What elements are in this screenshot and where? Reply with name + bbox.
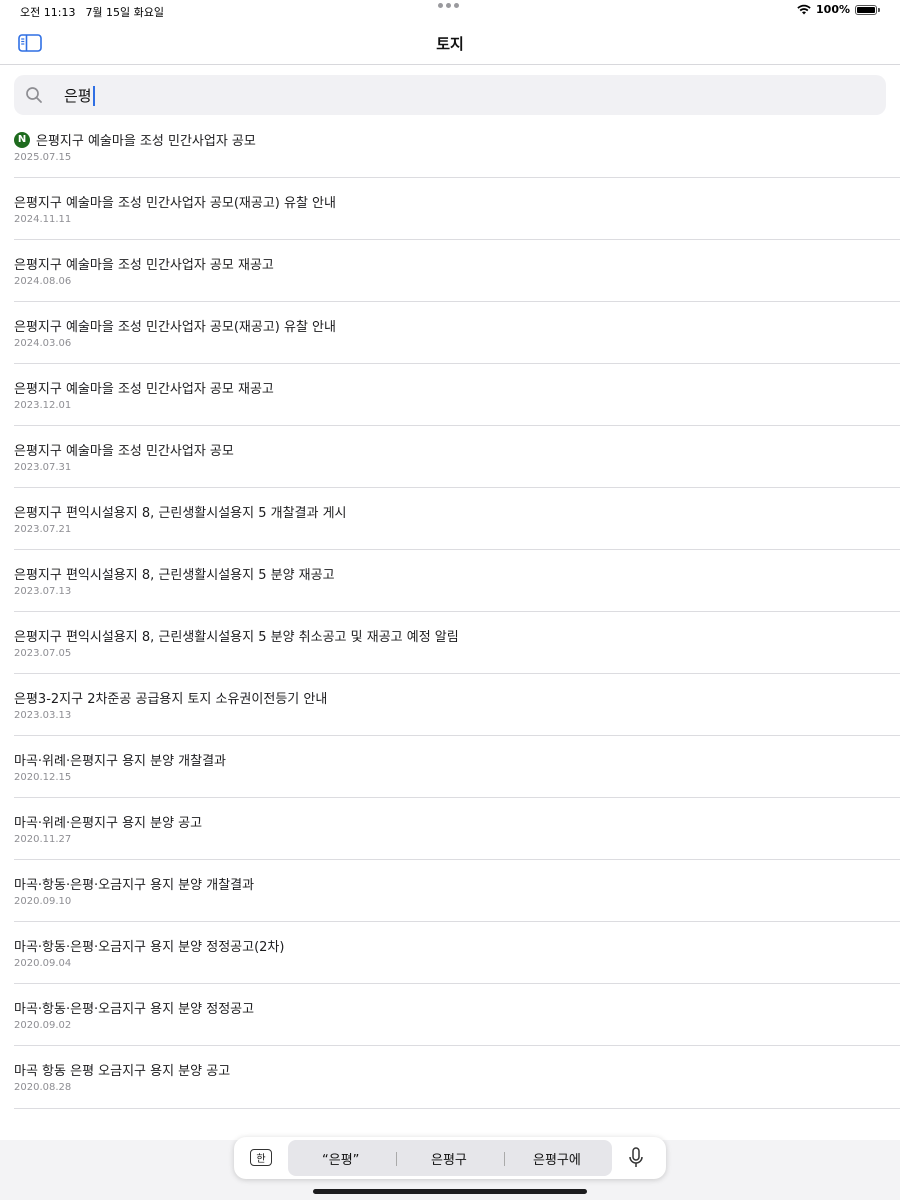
language-switch-key[interactable]: 한 xyxy=(250,1149,272,1166)
search-input[interactable]: 은평 xyxy=(64,85,92,106)
item-date: 2023.12.01 xyxy=(14,400,72,411)
list-item[interactable]: 마곡·항동·은평·오금지구 용지 분양 개찰결과 2020.09.10 xyxy=(14,860,900,922)
item-title: 은평3-2지구 2차준공 공급용지 토지 소유권이전등기 안내 xyxy=(14,692,328,707)
suggestion-divider xyxy=(396,1152,397,1166)
list-item[interactable]: 은평지구 편익시설용지 8, 근린생활시설용지 5 개찰결과 게시 2023.0… xyxy=(14,488,900,550)
text-cursor xyxy=(92,85,95,106)
item-date: 2024.08.06 xyxy=(14,276,72,287)
mic-icon[interactable] xyxy=(628,1147,644,1169)
item-title: 은평지구 예술마을 조성 민간사업자 공모 재공고 xyxy=(14,382,274,397)
item-date: 2023.07.13 xyxy=(14,586,72,597)
item-title: 은평지구 예술마을 조성 민간사업자 공모(재공고) 유찰 안내 xyxy=(14,196,336,211)
item-date: 2020.09.02 xyxy=(14,1020,72,1031)
list-item[interactable]: 마곡 항동 은평 오금지구 용지 분양 공고 2020.08.28 xyxy=(14,1046,900,1109)
wifi-icon xyxy=(797,4,811,15)
search-field[interactable]: 은평 xyxy=(14,75,886,115)
keyboard-suggestion-bar: 한 “은평” 은평구 은평구에 xyxy=(234,1137,666,1179)
navigation-bar: 토지 xyxy=(0,22,900,65)
list-item[interactable]: 은평지구 편익시설용지 8, 근린생활시설용지 5 분양 취소공고 및 재공고 … xyxy=(14,612,900,674)
item-title: 마곡·항동·은평·오금지구 용지 분양 정정공고(2차) xyxy=(14,940,285,955)
item-date: 2023.03.13 xyxy=(14,710,72,721)
search-icon xyxy=(26,87,42,103)
suggestion-divider xyxy=(504,1152,505,1166)
item-date: 2020.08.28 xyxy=(14,1082,72,1093)
item-date: 2024.11.11 xyxy=(14,214,72,225)
item-date: 2020.11.27 xyxy=(14,834,72,845)
item-date: 2023.07.21 xyxy=(14,524,72,535)
list-item[interactable]: N 은평지구 예술마을 조성 민간사업자 공모 2025.07.15 xyxy=(14,116,900,178)
list-item[interactable]: 은평지구 예술마을 조성 민간사업자 공모 2023.07.31 xyxy=(14,426,900,488)
item-date: 2023.07.31 xyxy=(14,462,72,473)
status-date: 7월 15일 화요일 xyxy=(85,6,165,19)
list-item[interactable]: 은평지구 예술마을 조성 민간사업자 공모 재공고 2023.12.01 xyxy=(14,364,900,426)
item-date: 2024.03.06 xyxy=(14,338,72,349)
item-date: 2020.12.15 xyxy=(14,772,72,783)
status-time: 오전 11:13 xyxy=(20,6,76,19)
list-item[interactable]: 마곡·항동·은평·오금지구 용지 분양 정정공고 2020.09.02 xyxy=(14,984,900,1046)
item-date: 2020.09.10 xyxy=(14,896,72,907)
item-title: 은평지구 예술마을 조성 민간사업자 공모 xyxy=(36,134,256,149)
battery-icon xyxy=(855,4,877,15)
suggestion-2[interactable]: 은평구 xyxy=(431,1149,467,1168)
item-title: 은평지구 예술마을 조성 민간사업자 공모 재공고 xyxy=(14,258,274,273)
item-date: 2023.07.05 xyxy=(14,648,72,659)
home-indicator[interactable] xyxy=(313,1189,587,1194)
list-item[interactable]: 은평3-2지구 2차준공 공급용지 토지 소유권이전등기 안내 2023.03.… xyxy=(14,674,900,736)
item-title: 마곡·항동·은평·오금지구 용지 분양 정정공고 xyxy=(14,1002,255,1017)
item-date: 2020.09.04 xyxy=(14,958,72,969)
item-title: 은평지구 편익시설용지 8, 근린생활시설용지 5 개찰결과 게시 xyxy=(14,506,347,521)
list-item[interactable]: 은평지구 편익시설용지 8, 근린생활시설용지 5 분양 재공고 2023.07… xyxy=(14,550,900,612)
item-title: 은평지구 편익시설용지 8, 근린생활시설용지 5 분양 재공고 xyxy=(14,568,335,583)
item-title: 마곡·위례·은평지구 용지 분양 개찰결과 xyxy=(14,754,227,769)
item-title: 마곡·위례·은평지구 용지 분양 공고 xyxy=(14,816,203,831)
list-item[interactable]: 은평지구 예술마을 조성 민간사업자 공모(재공고) 유찰 안내 2024.11… xyxy=(14,178,900,240)
multitasking-dots-icon[interactable] xyxy=(438,3,459,8)
list-item[interactable]: 마곡·위례·은평지구 용지 분양 공고 2020.11.27 xyxy=(14,798,900,860)
page-title: 토지 xyxy=(436,35,464,53)
suggestion-group: “은평” 은평구 은평구에 xyxy=(288,1140,612,1176)
status-bar: 오전 11:13 7월 15일 화요일 100% xyxy=(0,0,900,22)
suggestion-3[interactable]: 은평구에 xyxy=(533,1149,581,1168)
item-date: 2025.07.15 xyxy=(14,152,72,163)
list-item[interactable]: 은평지구 예술마을 조성 민간사업자 공모(재공고) 유찰 안내 2024.03… xyxy=(14,302,900,364)
battery-percent: 100% xyxy=(816,3,850,16)
item-title: 은평지구 편익시설용지 8, 근린생활시설용지 5 분양 취소공고 및 재공고 … xyxy=(14,630,459,645)
item-title: 은평지구 예술마을 조성 민간사업자 공모(재공고) 유찰 안내 xyxy=(14,320,336,335)
item-title: 마곡·항동·은평·오금지구 용지 분양 개찰결과 xyxy=(14,878,255,893)
new-badge: N xyxy=(14,131,30,148)
result-list: N 은평지구 예술마을 조성 민간사업자 공모 2025.07.15 은평지구 … xyxy=(0,116,900,1109)
suggestion-1[interactable]: “은평” xyxy=(322,1149,359,1168)
item-title: 은평지구 예술마을 조성 민간사업자 공모 xyxy=(14,444,234,459)
list-item[interactable]: 은평지구 예술마을 조성 민간사업자 공모 재공고 2024.08.06 xyxy=(14,240,900,302)
item-title: 마곡 항동 은평 오금지구 용지 분양 공고 xyxy=(14,1064,231,1079)
list-item[interactable]: 마곡·위례·은평지구 용지 분양 개찰결과 2020.12.15 xyxy=(14,736,900,798)
list-item[interactable]: 마곡·항동·은평·오금지구 용지 분양 정정공고(2차) 2020.09.04 xyxy=(14,922,900,984)
